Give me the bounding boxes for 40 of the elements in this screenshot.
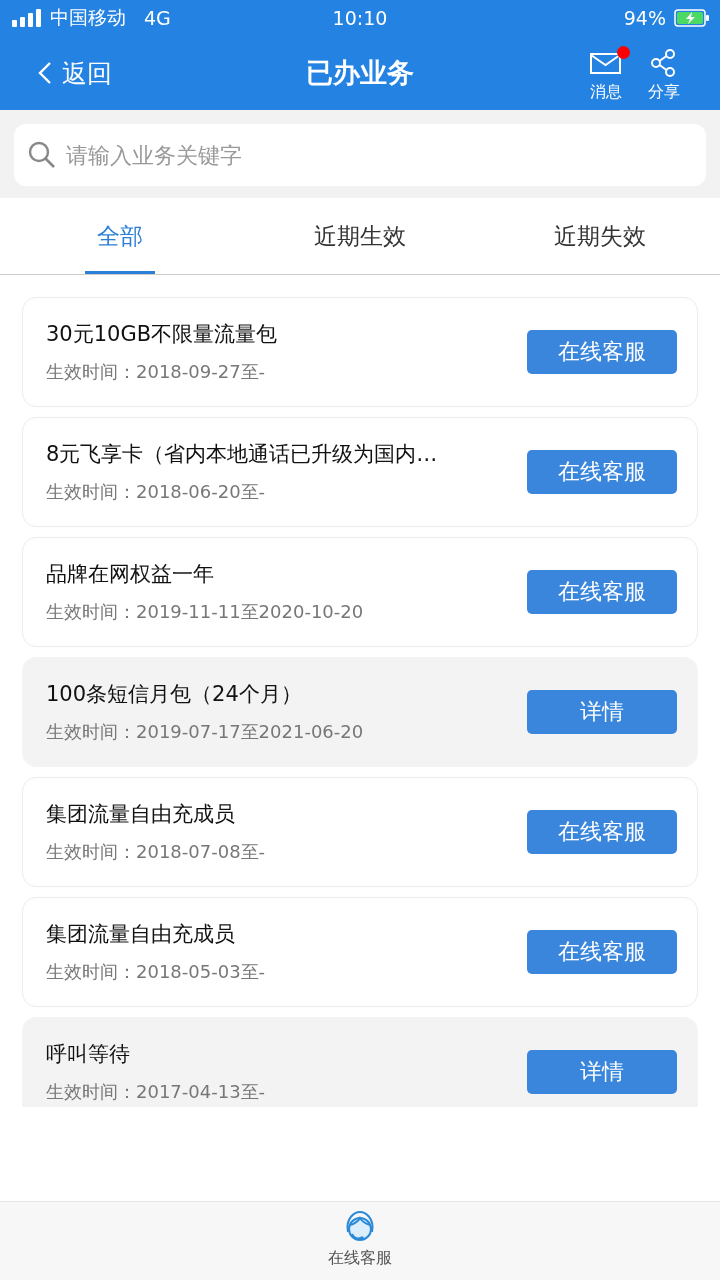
online-service-button[interactable]: 在线客服 <box>527 450 677 494</box>
signal-icon <box>12 9 42 27</box>
service-name: 30元10GB不限量流量包 <box>46 321 279 348</box>
share-icon <box>650 48 678 77</box>
effective-date: 生效时间：2018-07-08至- <box>46 840 267 864</box>
online-service-button[interactable]: 在线客服 <box>527 810 677 854</box>
carrier-name: 中国移动 <box>50 5 126 30</box>
service-name: 集团流量自由充成员 <box>46 801 236 828</box>
details-button[interactable]: 详情 <box>527 1050 677 1094</box>
battery-percent: 94% <box>623 7 666 29</box>
page-title: 已办业务 <box>305 56 415 90</box>
share-button[interactable]: 分享 <box>638 43 690 103</box>
chevron-left-icon <box>38 61 52 85</box>
filter-tab[interactable]: 全部 <box>0 198 240 274</box>
effective-date: 生效时间：2018-05-03至- <box>46 960 267 984</box>
online-service-button[interactable]: 在线客服 <box>527 930 677 974</box>
online-service-button[interactable]: 在线客服 <box>527 570 677 614</box>
clock-time: 10:10 <box>331 7 389 29</box>
search-field[interactable]: 请输入业务关键字 <box>14 124 706 186</box>
effective-date: 生效时间：2019-07-17至2021-06-20 <box>46 720 365 744</box>
service-name: 集团流量自由充成员 <box>46 921 236 948</box>
network-type: 4G <box>144 7 171 29</box>
online-service-tab[interactable]: 在线客服 <box>328 1202 392 1280</box>
back-button[interactable]: 返回 <box>38 56 112 90</box>
service-name: 品牌在网权益一年 <box>46 561 215 588</box>
messages-button[interactable]: 消息 <box>580 43 632 103</box>
effective-date: 生效时间：2019-11-11至2020-10-20 <box>46 600 365 624</box>
effective-date: 生效时间：2018-09-27至- <box>46 360 267 384</box>
filter-tab[interactable]: 近期生效 <box>240 198 480 274</box>
details-button[interactable]: 详情 <box>527 690 677 734</box>
battery-icon <box>674 9 710 27</box>
effective-date: 生效时间：2017-04-13至- <box>46 1080 267 1104</box>
filter-tab[interactable]: 近期失效 <box>480 198 720 274</box>
effective-date: 生效时间：2018-06-20至- <box>46 480 267 504</box>
service-name: 100条短信月包（24个月） <box>46 681 303 708</box>
agent-icon <box>343 1210 377 1244</box>
online-service-button[interactable]: 在线客服 <box>527 330 677 374</box>
service-name: 8元飞享卡（省内本地通话已升级为国内… <box>46 441 439 468</box>
envelope-icon <box>590 50 622 75</box>
service-name: 呼叫等待 <box>46 1041 131 1068</box>
